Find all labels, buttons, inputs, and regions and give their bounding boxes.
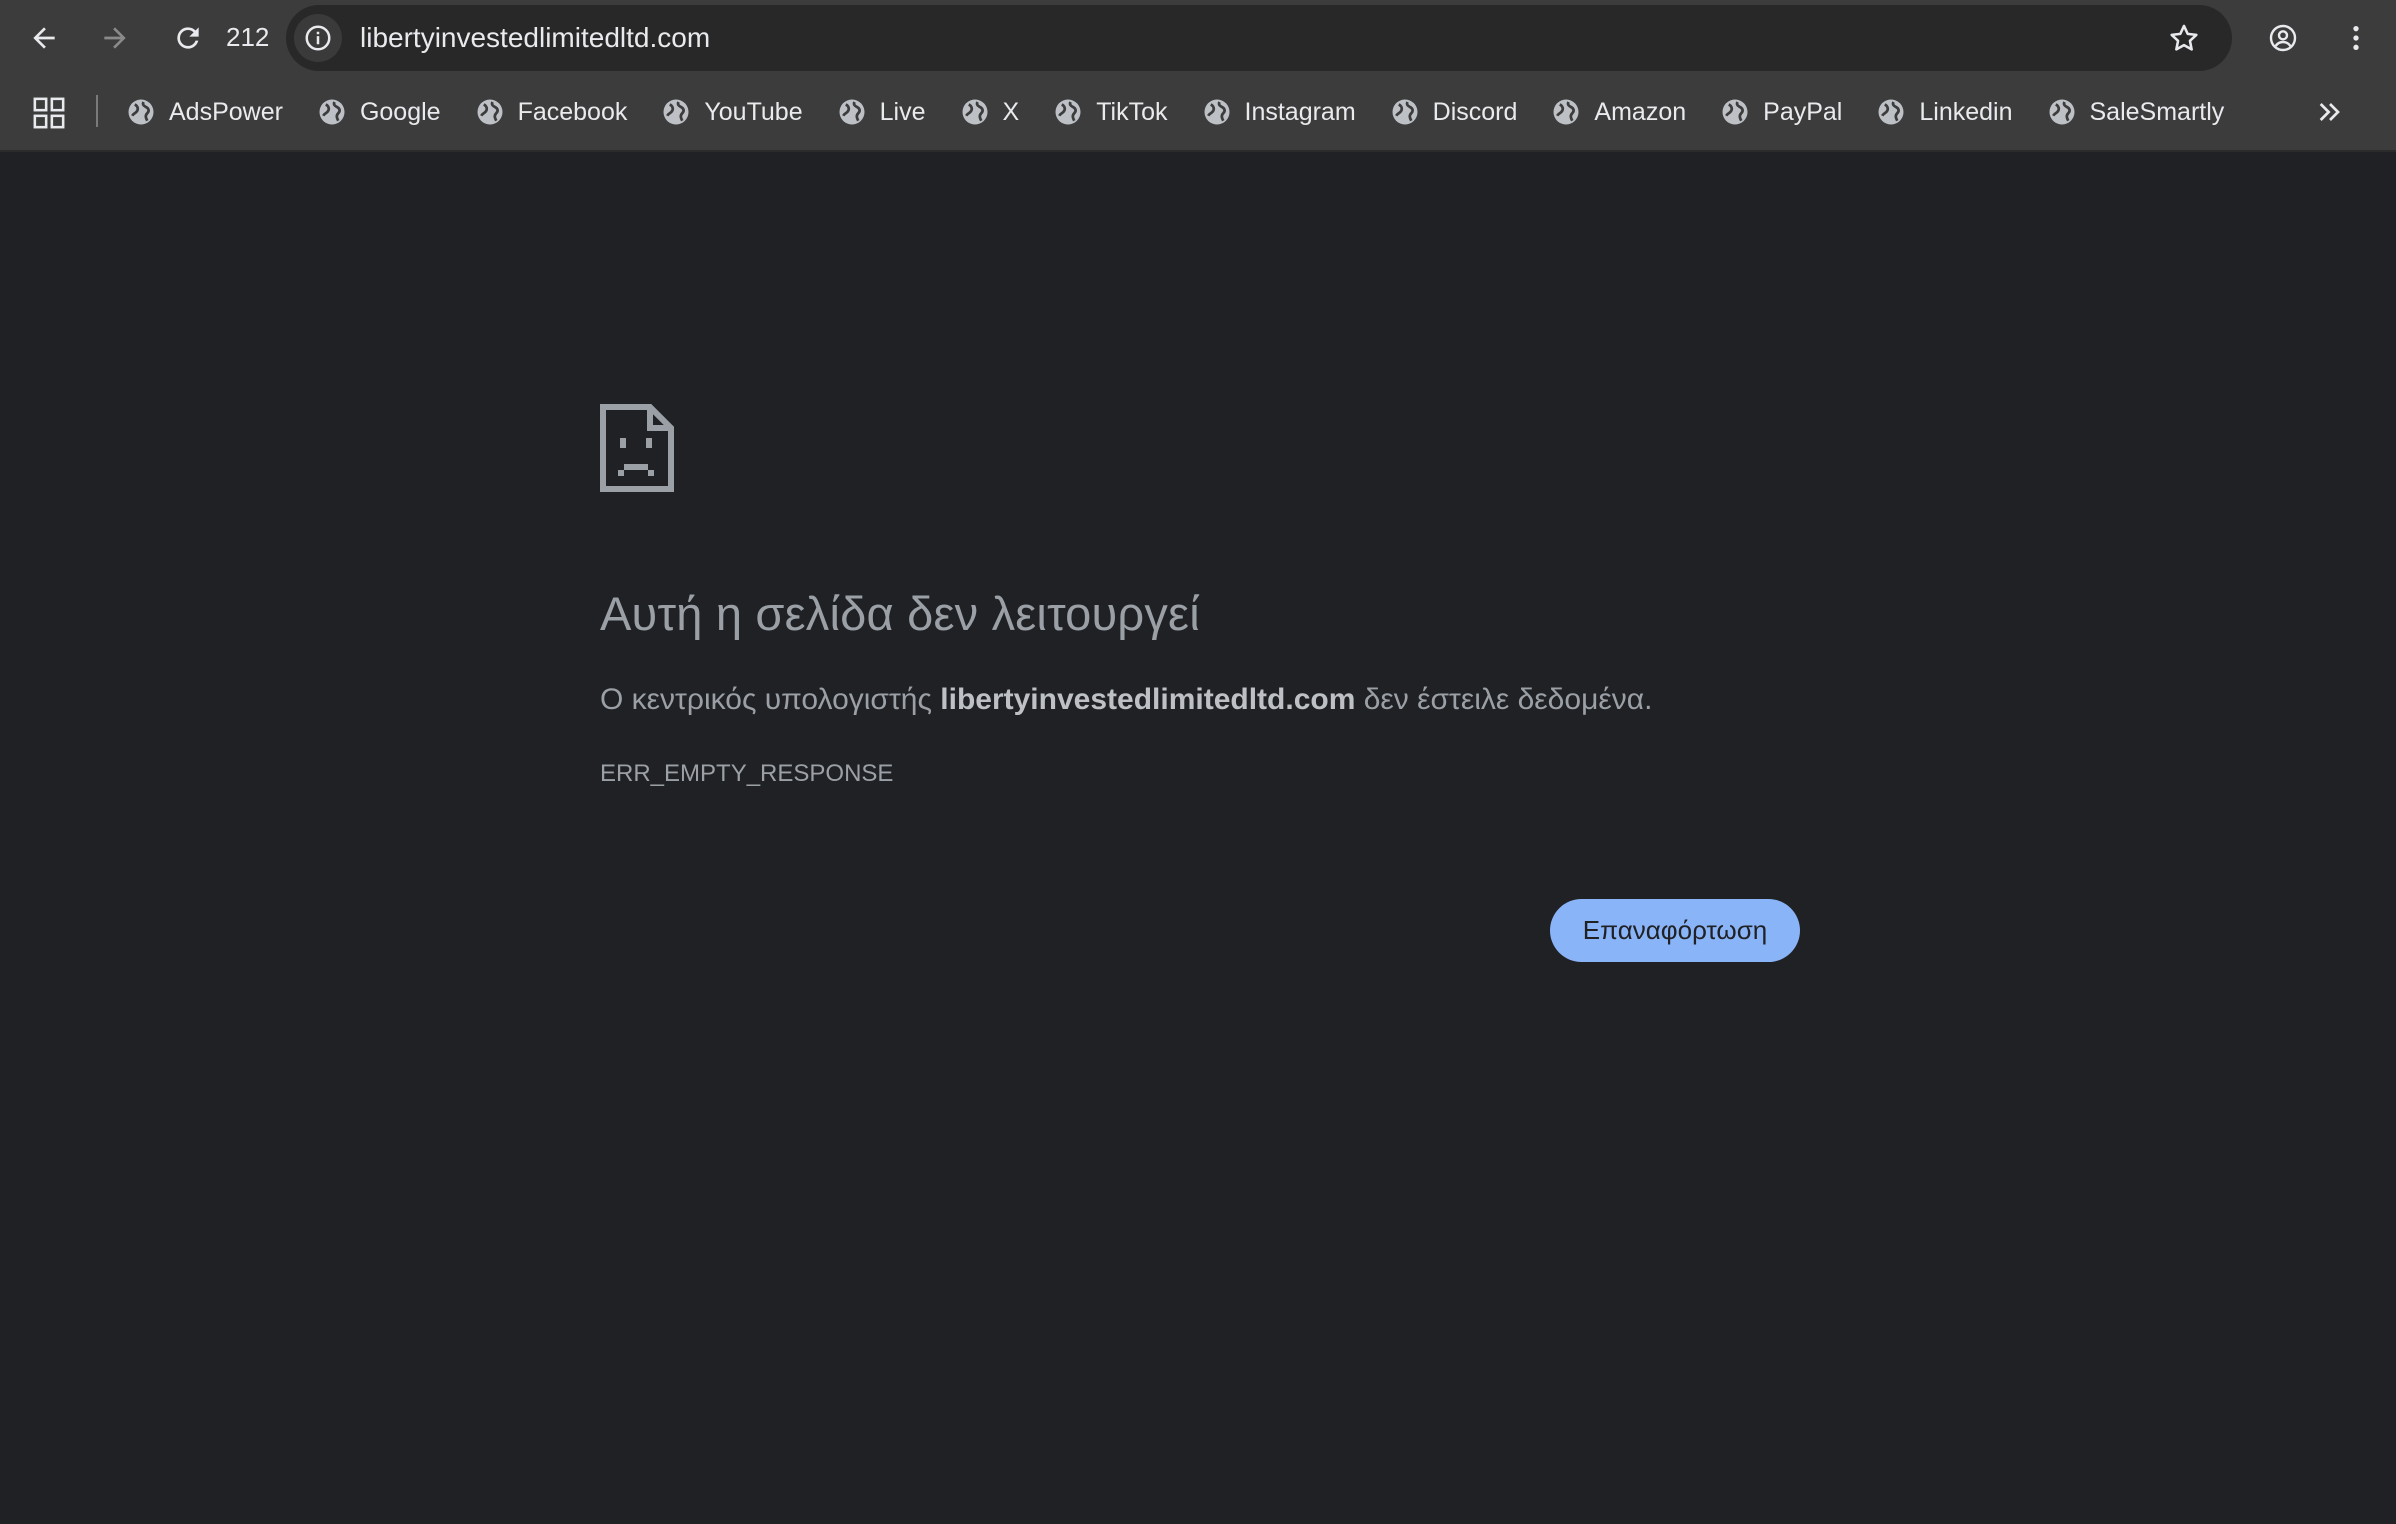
error-desc-prefix: Ο κεντρικός υπολογιστής (600, 683, 941, 716)
apps-grid-icon[interactable] (32, 96, 66, 130)
bookmark-label: Instagram (1244, 97, 1356, 126)
globe-icon (1553, 99, 1579, 125)
reload-button[interactable] (164, 14, 212, 62)
bookmark-label: Linkedin (1919, 97, 2013, 126)
profile-button[interactable] (2259, 14, 2307, 62)
globe-icon (1878, 99, 1904, 125)
globe-icon (477, 99, 503, 125)
url-text[interactable]: libertyinvestedlimitedltd.com (360, 22, 710, 54)
reload-count: 212 (226, 22, 270, 52)
bookmark-item[interactable]: Live (837, 92, 926, 132)
bookmark-label: AdsPower (169, 97, 283, 126)
more-vert-icon (2353, 26, 2359, 50)
error-desc-suffix: δεν έστειλε δεδομένα. (1355, 683, 1653, 716)
address-bar[interactable]: libertyinvestedlimitedltd.com (286, 5, 2232, 71)
bookmark-label: SaleSmartly (2089, 97, 2225, 126)
bookmark-item[interactable]: Linkedin (1876, 92, 2013, 132)
forward-button[interactable] (91, 14, 139, 62)
bookmark-item[interactable]: Discord (1390, 92, 1518, 132)
reload-page-button[interactable]: Επαναφόρτωση (1550, 899, 1800, 962)
sad-page-icon (600, 404, 674, 492)
bookmark-label: X (1002, 97, 1020, 126)
info-icon (305, 25, 331, 51)
globe-icon (663, 99, 689, 125)
account-circle-icon (2269, 24, 2297, 52)
bookmark-label: TikTok (1096, 97, 1168, 126)
bookmark-item[interactable]: Facebook (475, 92, 628, 132)
menu-button[interactable] (2332, 14, 2380, 62)
globe-icon (1722, 99, 1748, 125)
chevron-double-right-icon[interactable] (2312, 96, 2348, 128)
arrow-right-icon (104, 27, 126, 49)
bookmark-star-button[interactable] (2160, 14, 2208, 62)
browser-toolbar: 212 libertyinvestedlimitedltd.com (0, 0, 2396, 76)
bookmark-item[interactable]: Amazon (1551, 92, 1686, 132)
bookmark-list: AdsPower Google Facebook YouTube Live X … (126, 92, 2258, 132)
bookmark-label: PayPal (1763, 97, 1843, 126)
globe-icon (1204, 99, 1229, 125)
error-host: libertyinvestedlimitedltd.com (940, 683, 1356, 716)
arrow-left-icon (33, 27, 55, 49)
globe-icon (2049, 99, 2074, 125)
bookmark-label: YouTube (704, 97, 803, 126)
globe-icon (1392, 99, 1418, 125)
bookmark-label: Live (879, 97, 926, 126)
bookmark-label: Discord (1432, 97, 1518, 126)
bookmark-item[interactable]: TikTok (1053, 92, 1168, 132)
back-button[interactable] (20, 14, 68, 62)
error-description: Ο κεντρικός υπολογιστής libertyinvestedl… (600, 683, 1652, 717)
bookmark-item[interactable]: PayPal (1720, 92, 1842, 132)
bookmark-label: Amazon (1594, 97, 1687, 126)
bookmark-label: Facebook (517, 97, 628, 126)
reload-icon (177, 27, 199, 49)
bookmark-item[interactable]: YouTube (661, 92, 803, 132)
bookmark-item[interactable]: Google (317, 92, 441, 132)
star-icon (2170, 24, 2198, 51)
globe-icon (319, 99, 345, 125)
globe-icon (1055, 99, 1081, 125)
globe-icon (839, 99, 865, 125)
bookmark-item[interactable]: AdsPower (126, 92, 283, 132)
bookmark-item[interactable]: Instagram (1202, 92, 1356, 132)
bookmarks-divider (96, 95, 98, 127)
error-code: ERR_EMPTY_RESPONSE (600, 760, 894, 787)
bookmark-item[interactable]: SaleSmartly (2047, 92, 2225, 132)
globe-icon (962, 99, 987, 125)
bookmark-label: Google (359, 97, 441, 126)
globe-icon (128, 99, 154, 125)
bookmark-item[interactable]: X (960, 92, 1020, 132)
site-info-button[interactable] (294, 14, 342, 62)
error-title: Αυτή η σελίδα δεν λειτουργεί (600, 587, 1200, 640)
